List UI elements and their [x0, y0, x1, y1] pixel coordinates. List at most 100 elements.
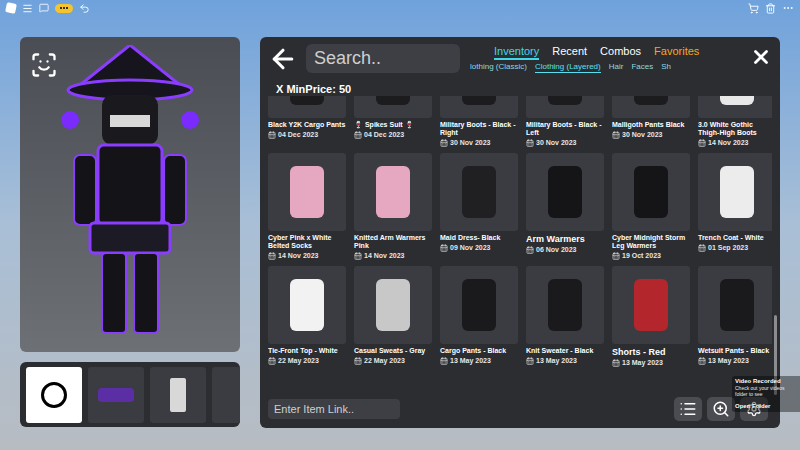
- item-card[interactable]: Black Y2K Cargo Pants04 Dec 2023: [268, 96, 346, 153]
- item-card[interactable]: Shorts - Red13 May 2023: [612, 266, 690, 379]
- toast-title: Video Recorded: [735, 378, 797, 385]
- calendar-icon: [440, 139, 448, 147]
- subtab[interactable]: Clothing (Layered): [535, 61, 601, 73]
- tab[interactable]: Inventory: [494, 44, 539, 60]
- calendar-icon: [354, 252, 362, 260]
- close-icon[interactable]: [750, 46, 772, 68]
- item-date: 30 Nov 2023: [526, 138, 604, 147]
- back-arrow-icon[interactable]: [268, 44, 298, 74]
- calendar-icon: [268, 131, 276, 139]
- item-thumbnail: [440, 96, 518, 118]
- tab[interactable]: Combos: [600, 44, 641, 60]
- item-card[interactable]: Cargo Pants - Black13 May 2023: [440, 266, 518, 379]
- item-date: 04 Dec 2023: [268, 130, 346, 139]
- item-name: Knitted Arm Warmers Pink: [354, 234, 432, 250]
- equipped-item[interactable]: [26, 367, 82, 423]
- open-folder-button[interactable]: Open Folder: [735, 403, 797, 410]
- face-scan-icon[interactable]: [30, 51, 58, 79]
- item-date: 14 Nov 2023: [354, 251, 432, 260]
- item-thumbnail: [268, 266, 346, 344]
- item-name: Tie-Front Top - White: [268, 347, 346, 355]
- equipped-item[interactable]: [88, 367, 144, 423]
- list-view-button[interactable]: [674, 397, 702, 421]
- more-pill-icon[interactable]: [55, 4, 73, 13]
- subtab[interactable]: Sh: [661, 61, 671, 73]
- item-date: 13 May 2023: [526, 356, 604, 365]
- item-card[interactable]: Casual Sweats - Gray22 May 2023: [354, 266, 432, 379]
- item-card[interactable]: Trench Coat - White01 Sep 2023: [698, 153, 772, 266]
- screen: InventoryRecentCombosFavoriteslothing (C…: [0, 0, 800, 450]
- roblox-logo-icon[interactable]: [5, 2, 17, 14]
- options-icon[interactable]: [782, 2, 794, 14]
- item-grid-viewport: Black Y2K Cargo Pants04 Dec 2023🍷 Spikes…: [268, 96, 772, 396]
- item-thumbnail: [526, 266, 604, 344]
- item-name: 3.0 White Gothic Thigh-High Boots: [698, 121, 772, 137]
- calendar-icon: [612, 131, 620, 139]
- calendar-icon: [526, 357, 534, 365]
- calendar-icon: [698, 357, 706, 365]
- item-thumbnail: [612, 266, 690, 344]
- item-card[interactable]: Cyber Pink x White Belted Socks14 Nov 20…: [268, 153, 346, 266]
- item-card[interactable]: Maid Dress- Black09 Nov 2023: [440, 153, 518, 266]
- item-card[interactable]: Tie-Front Top - White22 May 2023: [268, 266, 346, 379]
- trash-icon[interactable]: [765, 3, 776, 14]
- subtab[interactable]: Faces: [631, 61, 653, 73]
- zoom-button[interactable]: [707, 397, 735, 421]
- calendar-icon: [440, 244, 448, 252]
- item-card[interactable]: 3.0 White Gothic Thigh-High Boots14 Nov …: [698, 96, 772, 153]
- calendar-icon: [698, 139, 706, 147]
- item-name: Trench Coat - White: [698, 234, 772, 242]
- item-link-input[interactable]: [268, 399, 400, 419]
- undo-icon[interactable]: [79, 3, 90, 14]
- recording-toast: Video RecordedCheck out your videos fold…: [732, 376, 800, 412]
- toast-message: Check out your videos folder to see: [735, 385, 797, 397]
- item-card[interactable]: 🍷 Spikes Suit 🍷04 Dec 2023: [354, 96, 432, 153]
- item-date: 22 May 2023: [354, 356, 432, 365]
- item-thumbnail: [354, 96, 432, 118]
- calendar-icon: [526, 139, 534, 147]
- search-input[interactable]: [306, 44, 460, 73]
- equipped-item[interactable]: [212, 367, 240, 423]
- item-thumbnail: [354, 153, 432, 231]
- item-name: Malligoth Pants Black: [612, 121, 690, 129]
- top-bar: [0, 0, 800, 16]
- item-card[interactable]: Military Boots - Black - Left30 Nov 2023: [526, 96, 604, 153]
- item-card[interactable]: Wetsuit Pants - Black13 May 2023: [698, 266, 772, 379]
- item-name: 🍷 Spikes Suit 🍷: [354, 121, 432, 129]
- avatar-preview[interactable]: [20, 37, 240, 352]
- tabs: Inventory Recent Combos Favorites: [470, 44, 746, 60]
- item-name: Cyber Midnight Storm Leg Warmers: [612, 234, 690, 250]
- item-card[interactable]: Knit Sweater - Black13 May 2023: [526, 266, 604, 379]
- calendar-icon: [354, 131, 362, 139]
- calendar-icon: [698, 244, 706, 252]
- tab[interactable]: Favorites: [654, 44, 699, 60]
- item-card[interactable]: Knitted Arm Warmers Pink14 Nov 2023: [354, 153, 432, 266]
- calendar-icon: [354, 357, 362, 365]
- item-card[interactable]: Cyber Midnight Storm Leg Warmers19 Oct 2…: [612, 153, 690, 266]
- item-date: 04 Dec 2023: [354, 130, 432, 139]
- zoom-icon: [712, 400, 730, 418]
- subtab[interactable]: lothing (Classic): [470, 61, 527, 73]
- item-date: 13 May 2023: [698, 356, 772, 365]
- catalog-panel: InventoryRecentCombosFavoriteslothing (C…: [260, 37, 780, 428]
- subtabs: lothing (Classic) Clothing (Layered) Hair F…: [470, 61, 746, 73]
- chat-icon[interactable]: [39, 3, 49, 13]
- tab[interactable]: Recent: [552, 44, 587, 60]
- equipped-strip: [20, 362, 240, 427]
- filter-label[interactable]: X MinPrice: 50: [268, 82, 772, 96]
- avatar-figure-icon: [60, 45, 200, 345]
- menu-icon[interactable]: [22, 3, 33, 14]
- item-grid: Black Y2K Cargo Pants04 Dec 2023🍷 Spikes…: [268, 96, 772, 379]
- subtab[interactable]: Hair: [609, 61, 624, 73]
- item-card[interactable]: Arm Warmers06 Nov 2023: [526, 153, 604, 266]
- item-card[interactable]: Malligoth Pants Black30 Nov 2023: [612, 96, 690, 153]
- item-name: Cargo Pants - Black: [440, 347, 518, 355]
- item-date: 13 May 2023: [612, 358, 690, 367]
- equipped-item[interactable]: [150, 367, 206, 423]
- item-thumbnail: [612, 153, 690, 231]
- item-card[interactable]: Military Boots - Black - Right30 Nov 202…: [440, 96, 518, 153]
- item-name: Arm Warmers: [526, 234, 604, 244]
- item-thumbnail: [440, 153, 518, 231]
- cart-icon[interactable]: [748, 3, 759, 14]
- item-thumbnail: [268, 153, 346, 231]
